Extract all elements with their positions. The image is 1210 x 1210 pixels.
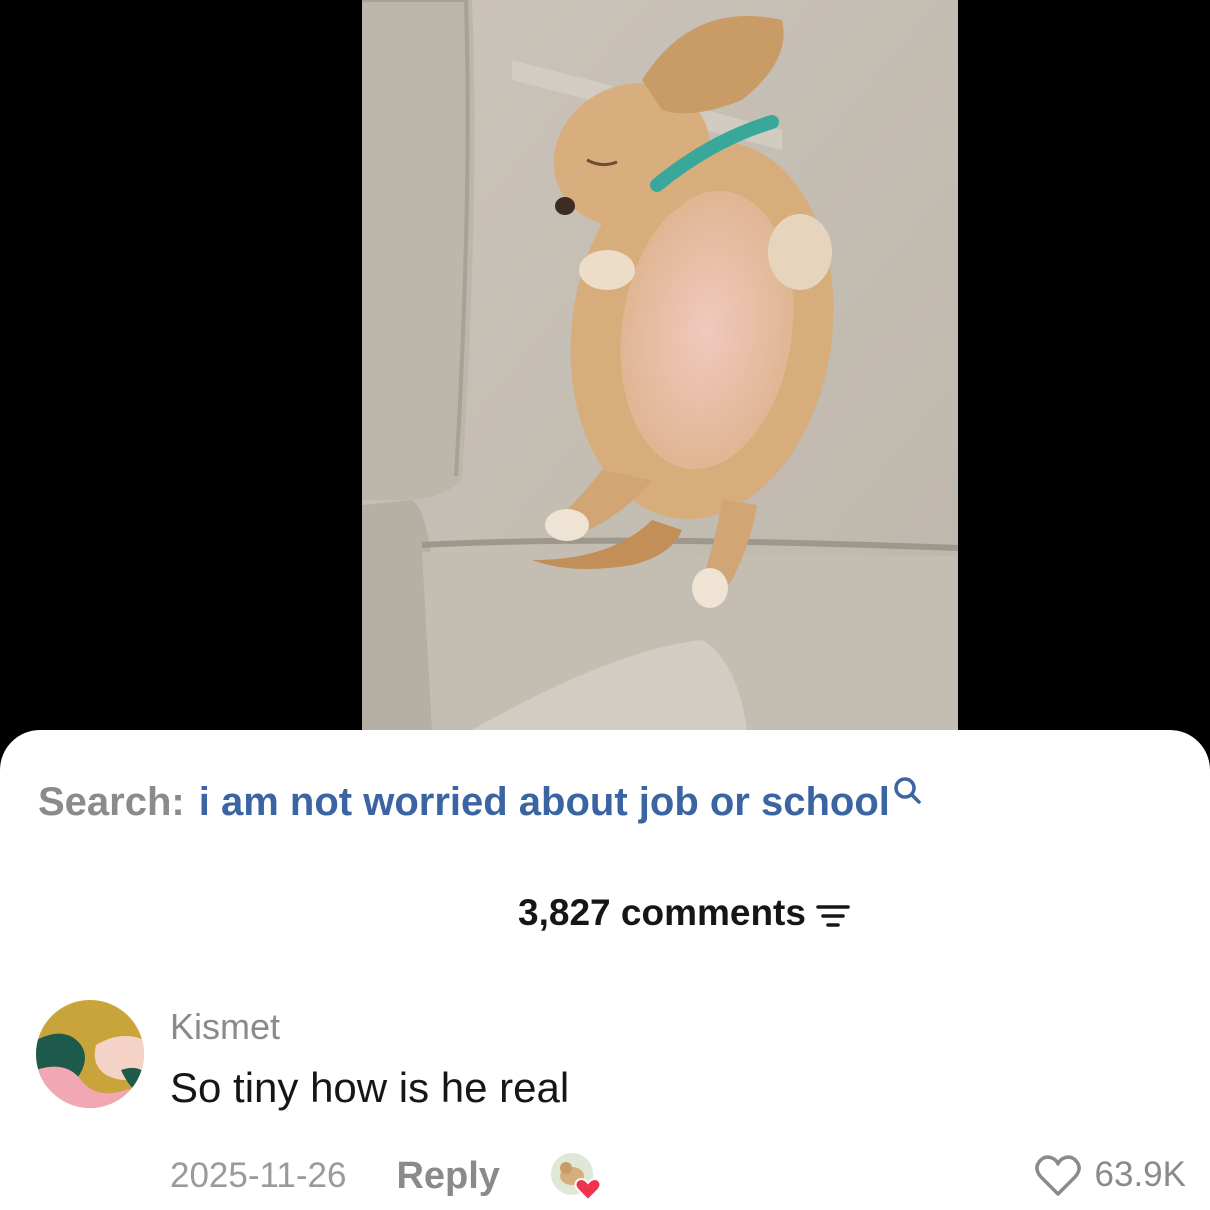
reply-button[interactable]: Reply: [396, 1155, 499, 1198]
avatar[interactable]: [36, 1000, 144, 1108]
app-screen: Search: i am not worried about job or sc…: [0, 0, 1210, 1210]
comments-sheet: Search: i am not worried about job or sc…: [0, 730, 1210, 1210]
comment-item: Kismet So tiny how is he real 2025-11-26…: [36, 1000, 1186, 1202]
puppy-on-couch-image: [362, 0, 958, 730]
video-player[interactable]: [0, 0, 1210, 760]
comment-date: 2025-11-26: [170, 1156, 347, 1195]
heart-outline-icon[interactable]: [1033, 1152, 1083, 1198]
comments-count: 3,827 comments: [518, 892, 806, 933]
video-frame-puppy-photo: [362, 0, 958, 730]
related-search-link[interactable]: Search: i am not worried about job or sc…: [38, 776, 922, 825]
comments-header: 3,827 comments: [0, 892, 1210, 934]
creator-liked-heart-icon: [548, 1150, 604, 1202]
like-button[interactable]: 63.9K: [1033, 1152, 1186, 1198]
comment-username[interactable]: Kismet: [170, 1006, 280, 1048]
search-query[interactable]: i am not worried about job or school: [199, 780, 890, 825]
search-label: Search:: [38, 780, 185, 824]
like-count: 63.9K: [1094, 1155, 1186, 1194]
comment-text: So tiny how is he real: [170, 1064, 570, 1111]
sort-filter-icon[interactable]: [814, 898, 852, 928]
search-icon[interactable]: [892, 774, 922, 808]
comment-meta: 2025-11-26 Reply: [170, 1150, 604, 1202]
